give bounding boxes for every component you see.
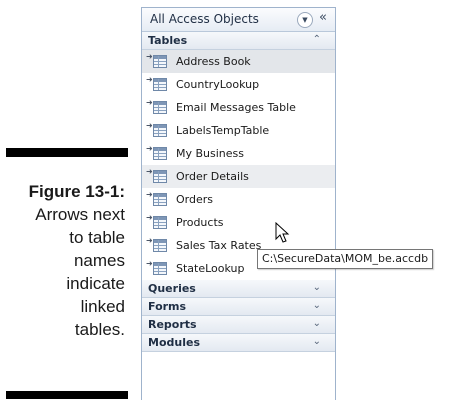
group-header-forms[interactable]: Forms ⌄ [142, 298, 335, 316]
link-arrow-icon: ➜ [146, 236, 153, 245]
table-icon [153, 147, 167, 160]
table-icon [153, 216, 167, 229]
figure-caption: Figure 13-1: Arrows next to table names … [0, 180, 125, 341]
link-arrow-icon: ➜ [146, 213, 153, 222]
table-item[interactable]: ➜ Products [142, 211, 335, 234]
table-item[interactable]: ➜ LabelsTempTable [142, 119, 335, 142]
group-label: Tables [148, 34, 188, 47]
table-item-label: Address Book [176, 55, 251, 68]
table-icon [153, 124, 167, 137]
caption-line: Arrows next [35, 205, 125, 224]
group-header-tables[interactable]: Tables ⌃ [142, 32, 335, 50]
expand-chevron-icon[interactable]: ⌄ [313, 282, 321, 293]
link-arrow-icon: ➜ [146, 144, 153, 153]
navigation-pane: All Access Objects ▼ « Tables ⌃ ➜ Address… [141, 7, 336, 400]
table-icon [153, 55, 167, 68]
table-icon [153, 239, 167, 252]
link-arrow-icon: ➜ [146, 52, 153, 61]
caption-line: tables. [74, 320, 125, 339]
expand-chevron-icon[interactable]: ⌄ [313, 300, 321, 311]
linked-path-tooltip: C:\SecureData\MOM_be.accdb [257, 249, 434, 269]
table-list: ➜ Address Book ➜ CountryLookup ➜ Email Messag… [142, 50, 335, 280]
table-item[interactable]: ➜ Address Book [142, 50, 335, 73]
table-icon [153, 170, 167, 183]
caption-line: names [73, 251, 125, 270]
table-item-label: Sales Tax Rates [176, 239, 262, 252]
expand-chevron-icon[interactable]: ⌄ [313, 336, 321, 347]
caption-line: indicate [66, 274, 125, 293]
link-arrow-icon: ➜ [146, 190, 153, 199]
mouse-pointer-icon [275, 222, 290, 243]
table-item-label: Email Messages Table [176, 101, 296, 114]
table-item[interactable]: ➜ Email Messages Table [142, 96, 335, 119]
table-item-label: CountryLookup [176, 78, 260, 91]
table-icon [153, 193, 167, 206]
group-label: Modules [148, 336, 200, 349]
link-arrow-icon: ➜ [146, 167, 153, 176]
table-item[interactable]: ➜ Orders [142, 188, 335, 211]
group-label: Reports [148, 318, 197, 331]
pane-header[interactable]: All Access Objects ▼ « [142, 8, 335, 32]
caption-rule-bottom [6, 391, 128, 399]
expand-chevron-icon[interactable]: ⌄ [313, 318, 321, 329]
table-item-label: Orders [176, 193, 213, 206]
group-header-queries[interactable]: Queries ⌄ [142, 280, 335, 298]
caption-line: to table [69, 228, 125, 247]
table-icon [153, 101, 167, 114]
table-item-label: My Business [176, 147, 245, 160]
link-arrow-icon: ➜ [146, 98, 153, 107]
link-arrow-icon: ➜ [146, 259, 153, 268]
shutter-bar-close-icon[interactable]: « [319, 10, 327, 25]
table-item-label: LabelsTempTable [176, 124, 270, 137]
collapse-chevron-icon[interactable]: ⌃ [313, 34, 321, 45]
group-label: Queries [148, 282, 196, 295]
table-icon [153, 78, 167, 91]
link-arrow-icon: ➜ [146, 121, 153, 130]
group-header-reports[interactable]: Reports ⌄ [142, 316, 335, 334]
caption-line: linked [80, 297, 125, 316]
table-item[interactable]: ➜ CountryLookup [142, 73, 335, 96]
caption-rule-top [6, 148, 128, 157]
table-item-label: StateLookup [176, 262, 245, 275]
table-icon [153, 262, 167, 275]
group-label: Forms [148, 300, 187, 313]
collapsed-groups: Queries ⌄ Forms ⌄ Reports ⌄ Modules ⌄ [142, 280, 335, 352]
table-item[interactable]: ➜ Order Details [142, 165, 335, 188]
table-item-label: Products [176, 216, 224, 229]
figure-number: Figure 13-1: [28, 182, 125, 201]
chevron-down-icon[interactable]: ▼ [297, 12, 313, 28]
group-header-modules[interactable]: Modules ⌄ [142, 334, 335, 352]
table-item-label: Order Details [176, 170, 249, 183]
link-arrow-icon: ➜ [146, 75, 153, 84]
pane-title: All Access Objects [150, 12, 259, 26]
table-item[interactable]: ➜ My Business [142, 142, 335, 165]
